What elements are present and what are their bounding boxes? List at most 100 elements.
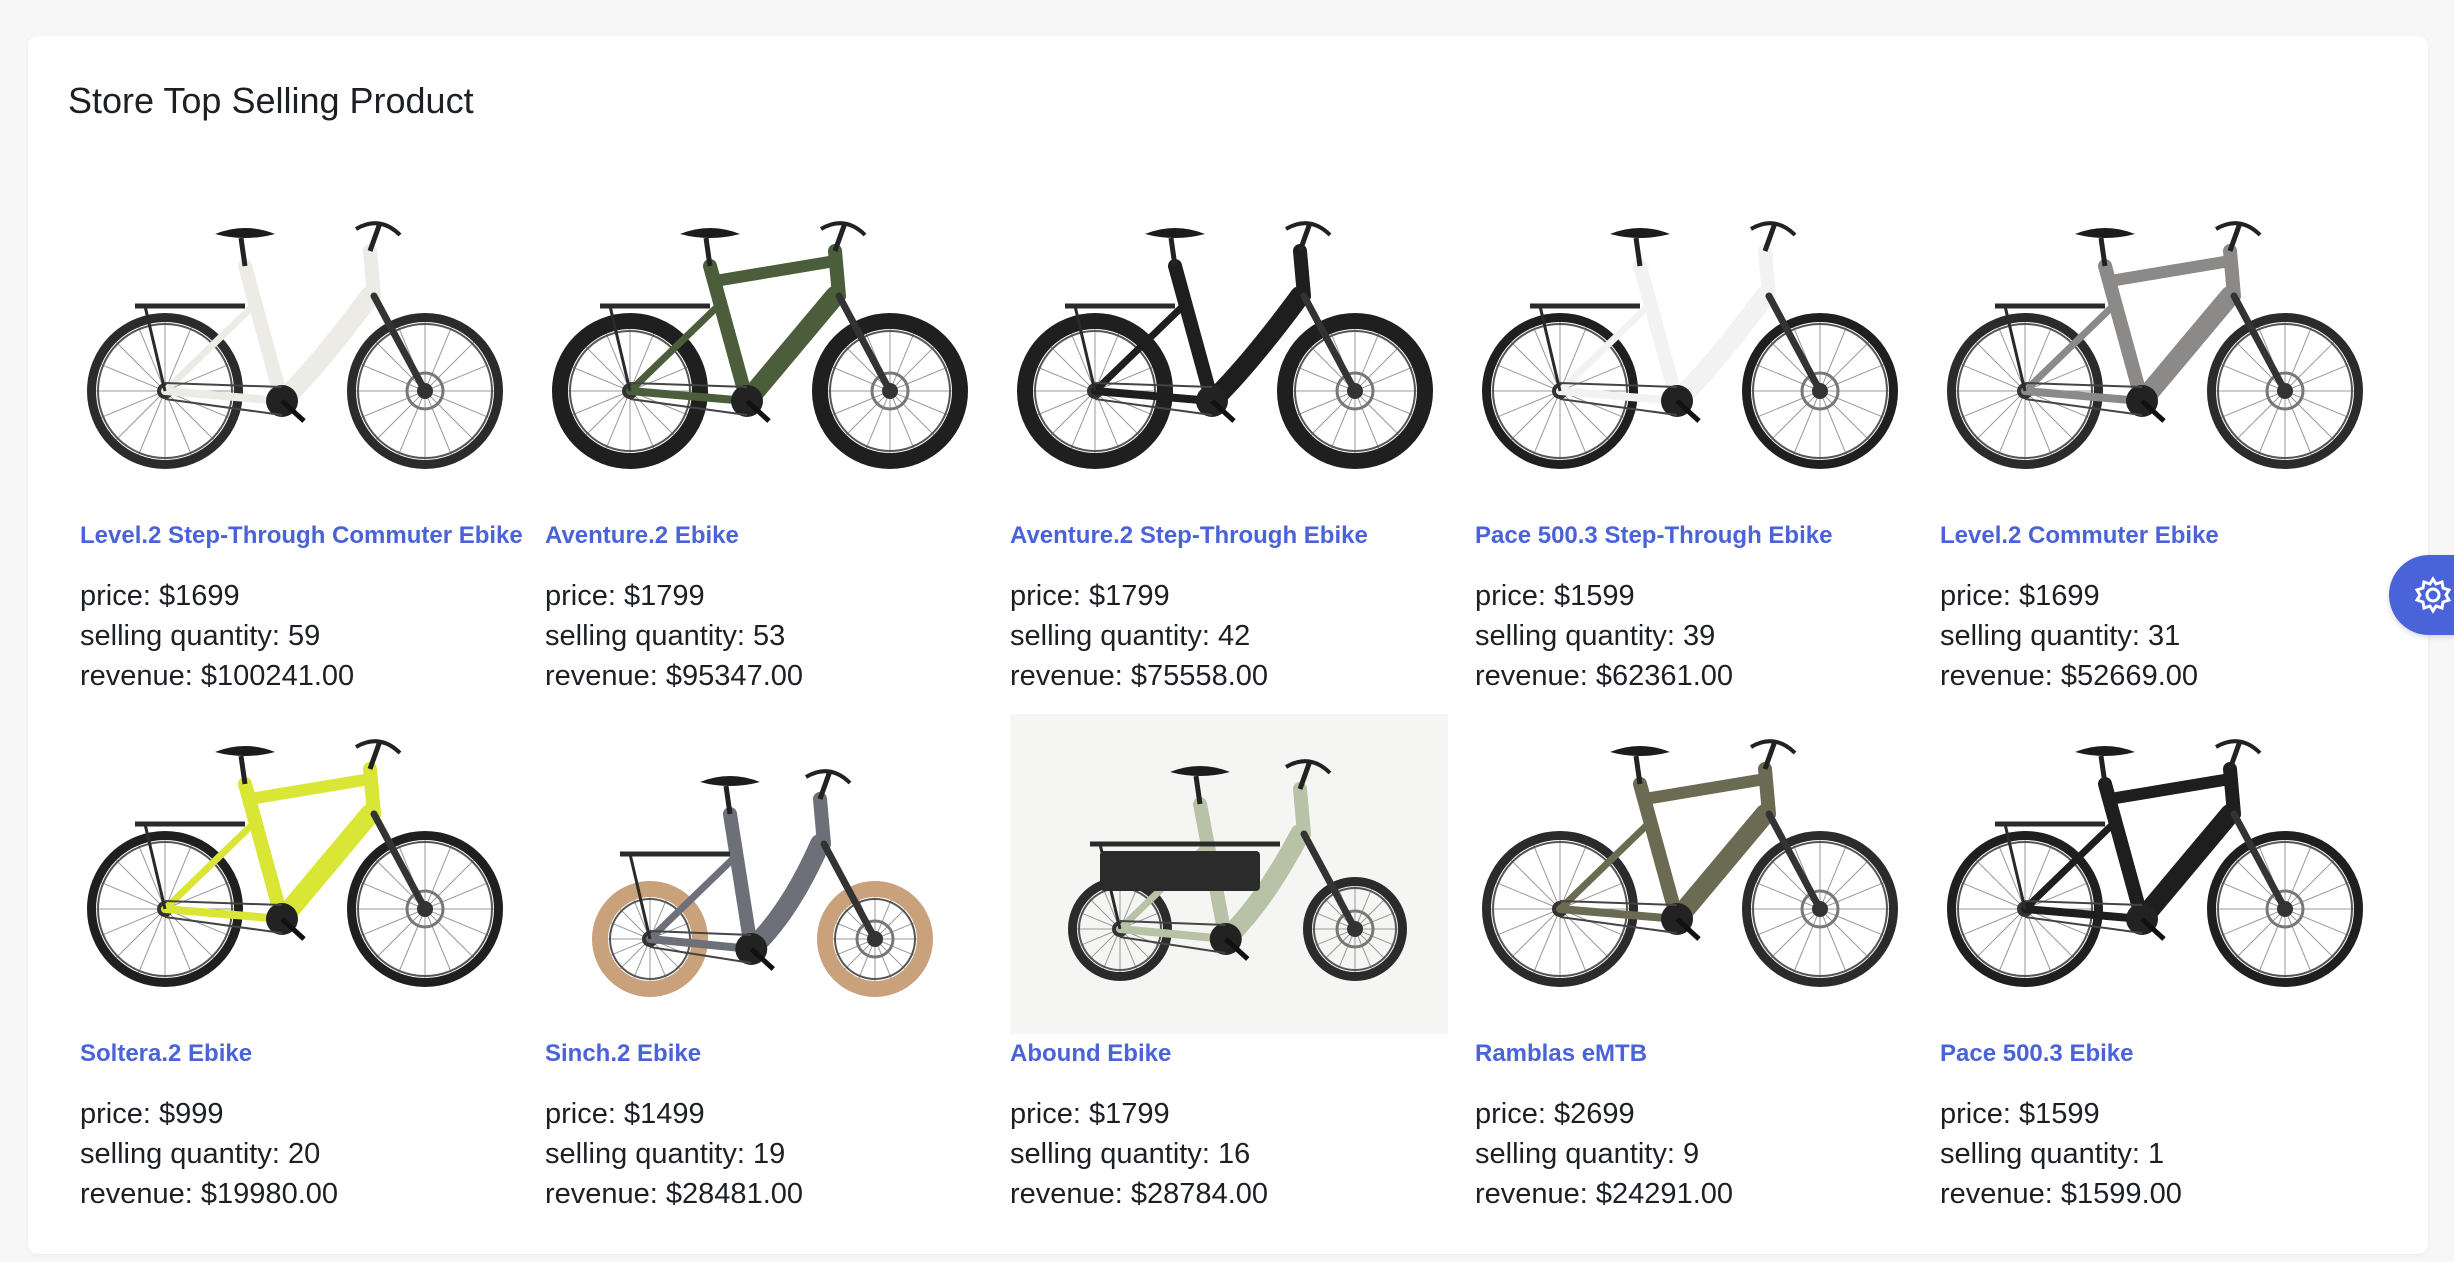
product-image[interactable] — [545, 714, 983, 1034]
product-image[interactable] — [80, 196, 518, 516]
product-revenue-value: $52669.00 — [2060, 660, 2199, 692]
product-quantity-value: 31 — [2147, 620, 2181, 652]
product-image[interactable] — [1475, 714, 1913, 1034]
product-card: Aventure.2 Step-Through Ebike price: $179… — [1010, 196, 1448, 706]
product-image[interactable] — [545, 196, 983, 516]
product-revenue-value: $19980.00 — [200, 1178, 339, 1210]
product-revenue-label: revenue: — [1940, 1178, 2061, 1210]
bike-image — [87, 739, 503, 987]
product-stats: price: $1599 selling quantity: 39 revenue:… — [1475, 576, 1913, 696]
product-quantity-value: 16 — [1217, 1138, 1251, 1170]
product-price: price: $1699 — [1940, 576, 2378, 616]
product-revenue-label: revenue: — [1475, 660, 1596, 692]
product-quantity-value: 53 — [752, 620, 786, 652]
product-revenue-value: $100241.00 — [200, 660, 355, 692]
product-price: price: $1799 — [1010, 1094, 1448, 1134]
product-image[interactable] — [1010, 714, 1448, 1034]
product-revenue: revenue: $100241.00 — [80, 656, 518, 696]
product-quantity-label: selling quantity: — [1940, 1138, 2148, 1170]
product-quantity-label: selling quantity: — [1010, 620, 1218, 652]
product-quantity: selling quantity: 20 — [80, 1134, 518, 1174]
product-revenue: revenue: $28481.00 — [545, 1174, 983, 1214]
product-price-label: price: — [1475, 1098, 1554, 1130]
product-revenue: revenue: $62361.00 — [1475, 656, 1913, 696]
product-name-link[interactable]: Soltera.2 Ebike — [80, 1040, 518, 1068]
product-image[interactable] — [1940, 196, 2378, 516]
product-card: Pace 500.3 Step-Through Ebike price: $159… — [1475, 196, 1913, 706]
product-name-link[interactable]: Level.2 Commuter Ebike — [1940, 522, 2378, 550]
product-price: price: $1799 — [545, 576, 983, 616]
product-quantity-label: selling quantity: — [545, 620, 753, 652]
product-card: Level.2 Commuter Ebike price: $1699 sellin… — [1940, 196, 2378, 706]
product-name-link[interactable]: Ramblas eMTB — [1475, 1040, 1913, 1068]
product-name-link[interactable]: Sinch.2 Ebike — [545, 1040, 983, 1068]
product-revenue: revenue: $28784.00 — [1010, 1174, 1448, 1214]
product-name-link[interactable]: Level.2 Step-Through Commuter Ebike — [80, 522, 523, 550]
product-price-label: price: — [545, 580, 624, 612]
product-price-value: $1799 — [1088, 580, 1170, 612]
product-quantity-label: selling quantity: — [80, 1138, 288, 1170]
product-revenue-label: revenue: — [80, 660, 201, 692]
product-price-label: price: — [80, 580, 159, 612]
bike-image — [87, 221, 503, 469]
product-price-label: price: — [80, 1098, 159, 1130]
product-revenue: revenue: $19980.00 — [80, 1174, 518, 1214]
product-price-value: $1699 — [158, 580, 240, 612]
product-revenue-label: revenue: — [1010, 660, 1131, 692]
product-quantity: selling quantity: 39 — [1475, 616, 1913, 656]
product-price: price: $1599 — [1940, 1094, 2378, 1134]
product-image[interactable] — [80, 714, 518, 1034]
product-name-link[interactable]: Aventure.2 Step-Through Ebike — [1010, 522, 1448, 550]
bike-image — [1482, 739, 1898, 987]
product-price-label: price: — [1940, 580, 2019, 612]
product-revenue: revenue: $75558.00 — [1010, 656, 1448, 696]
product-quantity: selling quantity: 42 — [1010, 616, 1448, 656]
product-revenue: revenue: $95347.00 — [545, 656, 983, 696]
product-card: Level.2 Step-Through Commuter Ebike price… — [80, 196, 523, 706]
gear-icon — [2414, 576, 2452, 614]
bike-image — [1947, 739, 2363, 987]
product-revenue-value: $75558.00 — [1130, 660, 1269, 692]
bike-image — [1482, 221, 1898, 469]
product-name-link[interactable]: Aventure.2 Ebike — [545, 522, 983, 550]
product-price-label: price: — [545, 1098, 624, 1130]
product-stats: price: $2699 selling quantity: 9 revenue: … — [1475, 1094, 1913, 1214]
product-revenue-value: $28784.00 — [1130, 1178, 1269, 1210]
product-image[interactable] — [1010, 196, 1448, 516]
product-stats: price: $1499 selling quantity: 19 revenue:… — [545, 1094, 983, 1214]
product-revenue-label: revenue: — [1940, 660, 2061, 692]
product-quantity-label: selling quantity: — [1010, 1138, 1218, 1170]
product-image[interactable] — [1475, 196, 1913, 516]
product-revenue: revenue: $52669.00 — [1940, 656, 2378, 696]
product-name-link[interactable]: Pace 500.3 Step-Through Ebike — [1475, 522, 1913, 550]
product-card: Abound Ebike price: $1799 selling quantity… — [1010, 714, 1448, 1224]
product-image[interactable] — [1940, 714, 2378, 1034]
product-price-value: $1599 — [2018, 1098, 2100, 1130]
product-quantity-label: selling quantity: — [1940, 620, 2148, 652]
product-revenue: revenue: $1599.00 — [1940, 1174, 2378, 1214]
product-quantity-value: 19 — [752, 1138, 786, 1170]
product-price-value: $1799 — [623, 580, 705, 612]
product-quantity-value: 1 — [2147, 1138, 2165, 1170]
top-selling-card: Store Top Selling Product Level.2 Step-T… — [28, 36, 2428, 1254]
product-quantity: selling quantity: 9 — [1475, 1134, 1913, 1174]
product-revenue-value: $62361.00 — [1595, 660, 1734, 692]
product-card: Pace 500.3 Ebike price: $1599 selling quan… — [1940, 714, 2378, 1224]
product-price-label: price: — [1940, 1098, 2019, 1130]
product-name-link[interactable]: Pace 500.3 Ebike — [1940, 1040, 2378, 1068]
product-price-label: price: — [1475, 580, 1554, 612]
product-quantity: selling quantity: 53 — [545, 616, 983, 656]
product-price-label: price: — [1010, 580, 1089, 612]
bike-image — [592, 769, 933, 997]
product-price-value: $1499 — [623, 1098, 705, 1130]
product-name-link[interactable]: Abound Ebike — [1010, 1040, 1448, 1068]
product-price: price: $2699 — [1475, 1094, 1913, 1134]
bike-image — [1017, 221, 1433, 469]
product-price-value: $999 — [158, 1098, 224, 1130]
bike-image — [552, 221, 968, 469]
product-price-label: price: — [1010, 1098, 1089, 1130]
product-revenue-value: $28481.00 — [665, 1178, 804, 1210]
product-stats: price: $999 selling quantity: 20 revenue: … — [80, 1094, 518, 1214]
product-quantity: selling quantity: 1 — [1940, 1134, 2378, 1174]
bike-image — [1068, 759, 1407, 981]
